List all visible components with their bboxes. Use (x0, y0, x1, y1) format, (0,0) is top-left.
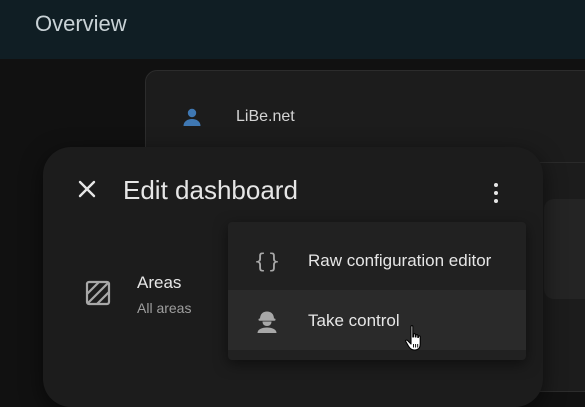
overflow-menu: {} Raw configuration editor Take control (228, 222, 526, 360)
account-hard-hat-icon (254, 308, 280, 334)
close-icon (76, 178, 98, 205)
strategy-areas-option[interactable]: Areas All areas (73, 262, 253, 322)
menu-item-take-control[interactable]: Take control (228, 290, 526, 350)
dialog-title: Edit dashboard (123, 175, 298, 205)
page-title: Overview (35, 11, 127, 36)
account-icon (180, 105, 204, 129)
dots-vertical-icon (494, 183, 498, 187)
strategy-label: Areas (137, 273, 182, 292)
close-button[interactable] (69, 173, 105, 209)
menu-item-label: Take control (308, 311, 400, 330)
top-app-bar: Overview (0, 0, 585, 59)
strategy-sublabel: All areas (137, 300, 192, 316)
texture-box-icon (85, 280, 111, 306)
entity-name: LiBe.net (236, 108, 295, 125)
background-panel (544, 199, 585, 299)
code-braces-icon: {} (254, 249, 283, 273)
menu-item-label: Raw configuration editor (308, 251, 492, 270)
menu-item-raw-configuration-editor[interactable]: {} Raw configuration editor (228, 230, 526, 290)
more-options-button[interactable] (480, 175, 512, 211)
